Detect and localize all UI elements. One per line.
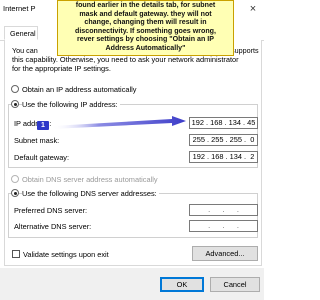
callout-line: Address Automatically" [105, 43, 186, 52]
step-badge: 1 [37, 121, 49, 130]
callout-line: rever settings by choosing "Obtain an IP [77, 35, 214, 44]
callout-line: change, changing them will result in [84, 18, 207, 27]
callout-line: disconnectivity. If something goes wrong… [75, 26, 216, 35]
callout-line: found earlier in the details tab, for su… [75, 1, 216, 9]
callout-line: mask and default gateway. they will not [79, 9, 212, 18]
arrow-shape [52, 116, 186, 129]
callout-note: found earlier in the details tab, for su… [57, 0, 234, 56]
